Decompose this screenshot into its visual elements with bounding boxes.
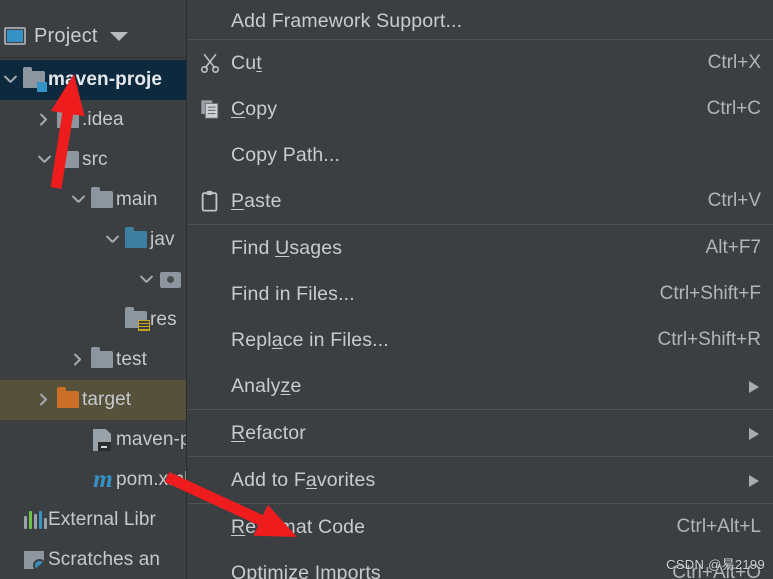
tree-row-label: target — [82, 389, 132, 410]
paste-icon — [197, 178, 227, 224]
submenu-arrow-icon — [749, 428, 759, 440]
context-menu: Add Framework Support... Cut Ctrl+X Copy Ctr… — [186, 0, 773, 579]
menu-item-label: Copy Path... — [231, 143, 341, 166]
expand-chevron-right-icon[interactable] — [34, 100, 56, 140]
expand-chevron-right-icon[interactable] — [34, 380, 56, 420]
menu-item-shortcut: Ctrl+Shift+R — [657, 329, 761, 350]
tree-row-label: src — [82, 149, 108, 170]
menu-item-label: Optimize Imports — [231, 561, 381, 579]
tool-window-title: Project — [34, 24, 98, 47]
tree-row-label: jav — [150, 229, 175, 250]
external-libraries-icon — [22, 500, 48, 540]
tree-row[interactable]: src — [0, 140, 186, 180]
menu-item-reformat-code[interactable]: Reformat Code Ctrl+Alt+L — [187, 504, 773, 550]
tree-row-label: .idea — [82, 109, 124, 130]
expand-chevron-down-icon[interactable] — [68, 180, 90, 220]
menu-item-label: Replace in Files... — [231, 328, 389, 351]
submenu-arrow-icon — [749, 475, 759, 487]
tree-row[interactable] — [0, 260, 186, 300]
menu-item-copy[interactable]: Copy Ctrl+C — [187, 86, 773, 132]
tree-row-label: Scratches an — [48, 549, 161, 570]
menu-item-cut[interactable]: Cut Ctrl+X — [187, 40, 773, 86]
tree-row[interactable]: Scratches an — [0, 540, 186, 579]
expand-chevron-down-icon[interactable] — [34, 140, 56, 180]
tree-row[interactable]: main — [0, 180, 186, 220]
tree-row[interactable]: test — [0, 340, 186, 380]
menu-item-add-framework-support[interactable]: Add Framework Support... — [187, 0, 773, 39]
tree-row-label: main — [116, 189, 158, 210]
menu-item-label: Paste — [231, 189, 282, 212]
tree-row[interactable]: res — [0, 300, 186, 340]
iml-module-file-icon — [90, 420, 116, 460]
menu-item-shortcut: Ctrl+C — [706, 98, 761, 119]
module-folder-icon — [22, 60, 48, 100]
menu-item-label: Reformat Code — [231, 515, 366, 538]
expand-chevron-right-icon[interactable] — [68, 340, 90, 380]
menu-item-label: Copy — [231, 97, 278, 120]
tree-row-label: res — [150, 309, 177, 330]
expand-chevron-down-icon[interactable] — [0, 60, 22, 100]
menu-item-analyze[interactable]: Analyze — [187, 363, 773, 409]
menu-item-shortcut: Ctrl+Alt+L — [676, 516, 761, 537]
tree-row[interactable]: .idea — [0, 100, 186, 140]
excluded-folder-icon — [56, 380, 82, 420]
menu-item-find-usages[interactable]: Find Usages Alt+F7 — [187, 225, 773, 271]
chevron-down-icon[interactable] — [109, 31, 128, 41]
maven-pom-icon: m — [93, 466, 113, 493]
watermark: CSDN @易2199 — [666, 557, 765, 572]
expand-chevron-down-icon[interactable] — [136, 260, 158, 300]
menu-item-label: Cut — [231, 51, 262, 74]
tree-row[interactable]: maven-proje — [0, 60, 186, 100]
tree-row-label: test — [116, 349, 148, 370]
expand-chevron-down-icon[interactable] — [102, 220, 124, 260]
tree-row-label: maven-proje — [48, 69, 163, 90]
tree-row[interactable]: target — [0, 380, 186, 420]
folder-icon — [56, 140, 82, 180]
menu-item-label: Find in Files... — [231, 282, 355, 305]
screenshot-root: Project maven-proje .idea src main jav res tes… — [0, 0, 773, 579]
folder-icon — [90, 340, 116, 380]
menu-item-label: Analyze — [231, 374, 302, 397]
tree-row[interactable]: External Libr — [0, 500, 186, 540]
menu-item-copy-path[interactable]: Copy Path... — [187, 132, 773, 178]
project-tool-window-header[interactable]: Project — [0, 18, 186, 54]
menu-item-shortcut: Ctrl+V — [707, 190, 761, 211]
project-window-icon — [4, 27, 26, 45]
menu-item-shortcut: Alt+F7 — [705, 237, 761, 258]
copy-icon — [197, 86, 227, 132]
folder-icon — [56, 100, 82, 140]
menu-item-add-to-favorites[interactable]: Add to Favorites — [187, 457, 773, 503]
tree-row[interactable]: maven-pr — [0, 420, 186, 460]
header-divider — [0, 57, 186, 58]
submenu-arrow-icon — [749, 381, 759, 393]
tree-row-label: External Libr — [48, 509, 156, 530]
package-icon — [158, 260, 184, 300]
tree-row[interactable]: m pom.xml — [0, 460, 186, 500]
resources-folder-icon — [124, 300, 150, 340]
menu-item-paste[interactable]: Paste Ctrl+V — [187, 178, 773, 224]
folder-icon — [90, 180, 116, 220]
menu-item-label: Find Usages — [231, 236, 343, 259]
menu-item-label: Refactor — [231, 421, 306, 444]
project-tree: maven-proje .idea src main jav res test target m… — [0, 60, 186, 579]
menu-item-label: Add to Favorites — [231, 468, 376, 491]
menu-item-shortcut: Ctrl+X — [707, 52, 761, 73]
menu-item-refactor[interactable]: Refactor — [187, 410, 773, 456]
menu-item-label: Add Framework Support... — [231, 10, 463, 32]
tree-row[interactable]: jav — [0, 220, 186, 260]
menu-item-find-in-files[interactable]: Find in Files... Ctrl+Shift+F — [187, 271, 773, 317]
tree-row-label: pom.xml — [116, 469, 186, 490]
source-folder-icon — [124, 220, 150, 260]
project-tool-window: Project maven-proje .idea src main jav res tes… — [0, 0, 186, 579]
scratches-icon — [22, 540, 48, 579]
cut-icon — [197, 40, 227, 86]
menu-item-replace-in-files[interactable]: Replace in Files... Ctrl+Shift+R — [187, 317, 773, 363]
tree-row-label: maven-pr — [116, 429, 186, 450]
menu-item-shortcut: Ctrl+Shift+F — [659, 283, 761, 304]
